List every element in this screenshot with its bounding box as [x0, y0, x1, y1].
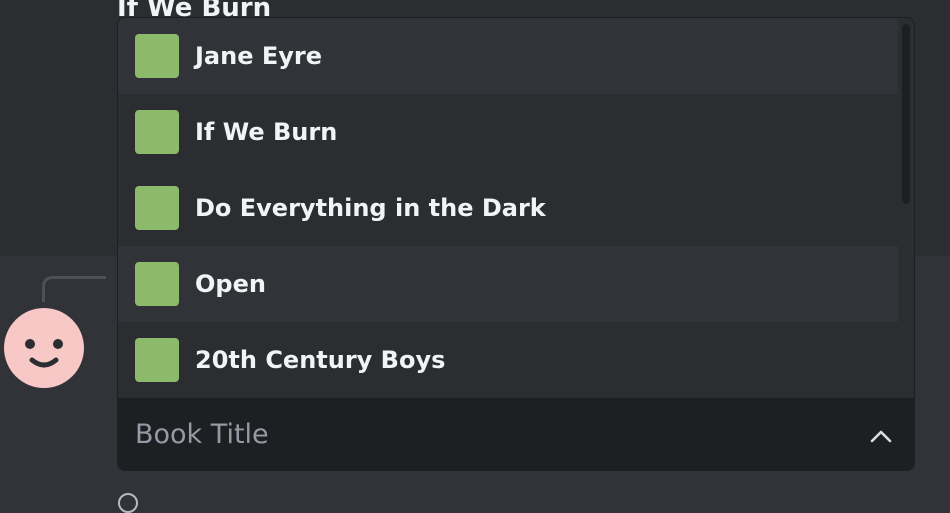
option-if-we-burn[interactable]: If We Burn	[118, 94, 898, 170]
option-label: 20th Century Boys	[195, 346, 446, 374]
color-swatch-icon	[135, 262, 179, 306]
select-field[interactable]: Book Title	[118, 398, 914, 470]
smiley-face-icon	[25, 339, 63, 368]
color-swatch-icon	[135, 110, 179, 154]
option-label: Do Everything in the Dark	[195, 194, 546, 222]
option-label: Jane Eyre	[195, 42, 322, 70]
options-list: Jane Eyre If We Burn Do Everything in th…	[118, 18, 898, 398]
option-label: Open	[195, 270, 266, 298]
scrollbar[interactable]	[898, 18, 914, 398]
footer-hint	[118, 492, 148, 513]
color-swatch-icon	[135, 338, 179, 382]
scrollbar-thumb[interactable]	[902, 24, 910, 204]
select-placeholder: Book Title	[135, 419, 269, 450]
color-swatch-icon	[135, 186, 179, 230]
info-icon	[118, 493, 138, 513]
option-jane-eyre[interactable]: Jane Eyre	[118, 18, 898, 94]
option-20th-century-boys[interactable]: 20th Century Boys	[118, 322, 898, 398]
avatar[interactable]	[4, 308, 84, 388]
chevron-up-icon[interactable]	[870, 425, 892, 447]
book-title-select[interactable]: Jane Eyre If We Burn Do Everything in th…	[117, 17, 915, 471]
reply-connector	[42, 276, 106, 302]
option-open[interactable]: Open	[118, 246, 898, 322]
color-swatch-icon	[135, 34, 179, 78]
option-do-everything-in-the-dark[interactable]: Do Everything in the Dark	[118, 170, 898, 246]
option-label: If We Burn	[195, 118, 338, 146]
